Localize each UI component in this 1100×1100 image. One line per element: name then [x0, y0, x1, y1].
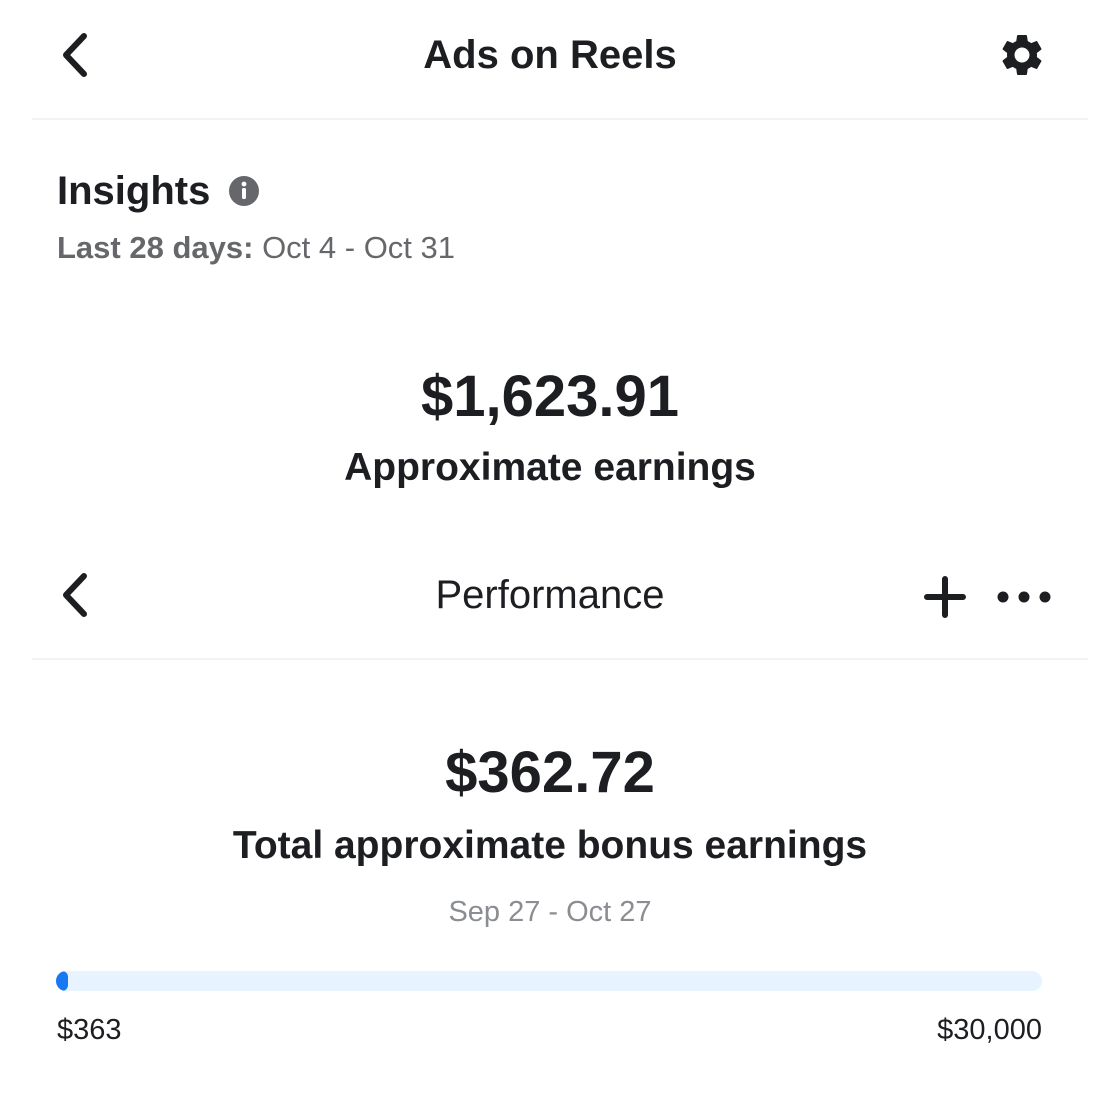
performance-nav-bar: Performance	[0, 560, 1100, 630]
add-button[interactable]	[918, 570, 972, 624]
progress-current-label: $363	[57, 1014, 122, 1046]
header-divider	[32, 118, 1088, 120]
approximate-earnings-amount: $1,623.91	[420, 364, 680, 429]
more-options-button[interactable]	[992, 570, 1056, 624]
top-nav-bar: Ads on Reels	[0, 0, 1100, 118]
bonus-progress-bar	[56, 971, 1042, 991]
bonus-progress-fill	[56, 971, 68, 991]
insights-header: Insights	[57, 166, 260, 216]
more-horizontal-icon	[997, 591, 1051, 603]
insights-date-range: Last 28 days: Oct 4 - Oct 31	[57, 228, 455, 268]
bonus-earnings-amount: $362.72	[445, 740, 655, 805]
plus-icon	[924, 576, 966, 618]
ads-on-reels-screen: Ads on Reels Insights Last 28 days: Oct …	[0, 0, 1100, 1100]
approximate-earnings-label: Approximate earnings	[344, 446, 756, 489]
bonus-earnings-label: Total approximate bonus earnings	[232, 824, 868, 867]
gear-icon	[1002, 34, 1042, 75]
page-title: Ads on Reels	[423, 33, 677, 77]
date-range-value: Oct 4 - Oct 31	[262, 230, 456, 265]
bonus-date-range: Sep 27 - Oct 27	[448, 896, 652, 928]
info-button[interactable]	[228, 175, 260, 207]
settings-button[interactable]	[994, 27, 1050, 83]
date-range-label: Last 28 days:	[57, 230, 254, 265]
info-icon	[229, 176, 260, 206]
insights-title: Insights	[57, 169, 211, 213]
performance-divider	[32, 658, 1088, 660]
progress-target-label: $30,000	[937, 1014, 1042, 1046]
